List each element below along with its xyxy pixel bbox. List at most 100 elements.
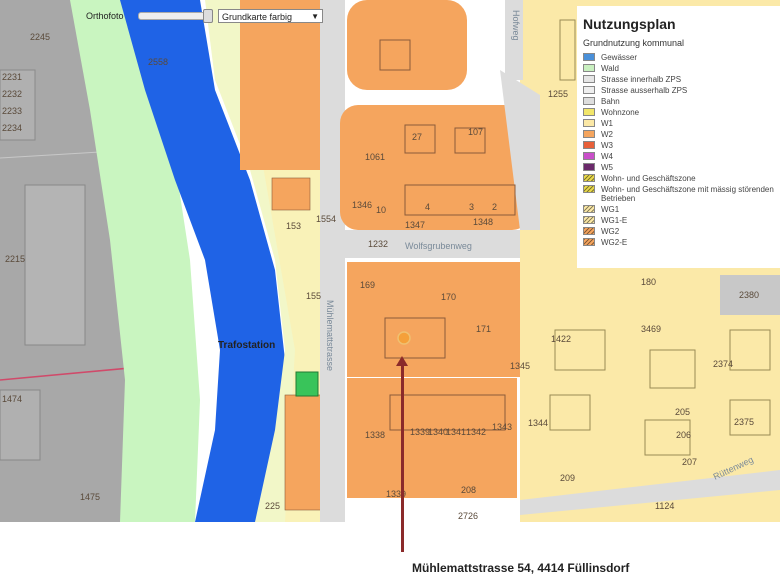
trafostation-label: Trafostation	[218, 340, 275, 351]
legend-item: WG2	[583, 227, 774, 236]
pointer-line	[401, 360, 404, 552]
legend-item-label: WG1-E	[601, 216, 628, 225]
legend-item: WG2-E	[583, 238, 774, 247]
parcel-number: 1124	[655, 501, 674, 511]
street-label: Hofweg	[511, 10, 521, 41]
parcel-number: 1474	[2, 394, 22, 404]
building	[24, 184, 86, 346]
legend-item-label: Gewässer	[601, 53, 638, 62]
legend-panel: Nutzungsplan Grundnutzung kommunal Gewäs…	[577, 6, 780, 268]
parcel-number: 2726	[458, 511, 478, 521]
parcel-number: 10	[376, 205, 386, 215]
legend-item-label: Bahn	[601, 97, 620, 106]
legend-swatch	[583, 185, 595, 193]
parcel-number: 153	[286, 221, 301, 231]
zoning-map[interactable]: 2245 2231 2232 2233 2234 2215 1474 1475 2558 1255…	[0, 0, 780, 522]
parcel-number: 171	[476, 324, 491, 334]
legend-swatch	[583, 205, 595, 213]
legend-item-label: Wohnzone	[601, 108, 640, 117]
building	[649, 349, 696, 389]
legend-item: W5	[583, 163, 774, 172]
legend-list: Gewässer Wald Strasse innerhalb ZPS Strasse…	[583, 53, 774, 247]
parcel-number: 155	[306, 291, 321, 301]
parcel-number: 225	[265, 501, 280, 511]
legend-swatch	[583, 97, 595, 105]
parcel-number: 1348	[473, 217, 493, 227]
parcel-number: 209	[560, 473, 575, 483]
opacity-slider[interactable]	[138, 9, 213, 23]
building	[384, 317, 446, 359]
parcel-number: 2232	[2, 89, 22, 99]
location-marker-icon[interactable]	[397, 331, 411, 345]
street-label: Wolfsgrubenweg	[405, 241, 472, 251]
map-toolbar: Orthofoto Grundkarte farbig ▼	[86, 8, 323, 24]
building	[549, 394, 591, 431]
parcel-number: 1554	[316, 214, 336, 224]
legend-item: Strasse innerhalb ZPS	[583, 75, 774, 84]
legend-item: W2	[583, 130, 774, 139]
legend-item: W4	[583, 152, 774, 161]
parcel-number: 2215	[5, 254, 25, 264]
legend-item-label: Strasse innerhalb ZPS	[601, 75, 682, 84]
basemap-value: Grundkarte farbig	[222, 12, 293, 22]
parcel-number: 1342	[466, 427, 486, 437]
legend-swatch	[583, 119, 595, 127]
legend-item-label: Wohn- und Geschäftszone	[601, 174, 696, 183]
parcel-number: 1061	[365, 152, 385, 162]
legend-item-label: Strasse ausserhalb ZPS	[601, 86, 688, 95]
parcel-number: 207	[682, 457, 697, 467]
parcel-number: 1475	[80, 492, 100, 502]
parcel-number: 1346	[352, 200, 372, 210]
legend-item: Strasse ausserhalb ZPS	[583, 86, 774, 95]
legend-swatch	[583, 130, 595, 138]
legend-item: Wohn- und Geschäftszone	[583, 174, 774, 183]
parcel-number: 27	[412, 132, 422, 142]
legend-swatch	[583, 141, 595, 149]
legend-swatch	[583, 163, 595, 171]
legend-item-label: W5	[601, 163, 613, 172]
legend-item-label: WG1	[601, 205, 620, 214]
parcel-number: 2375	[734, 417, 754, 427]
legend-item-label: W1	[601, 119, 613, 128]
parcel-number: 1341	[446, 427, 466, 437]
basemap-select[interactable]: Grundkarte farbig ▼	[218, 9, 323, 23]
legend-swatch	[583, 216, 595, 224]
parcel-number: 2	[492, 202, 497, 212]
building-row	[404, 184, 516, 216]
parcel-number: 3469	[641, 324, 661, 334]
legend-subtitle: Grundnutzung kommunal	[583, 38, 685, 48]
legend-swatch	[583, 86, 595, 94]
parcel-number: 206	[676, 430, 691, 440]
main-road	[320, 0, 345, 522]
legend-swatch	[583, 152, 595, 160]
parcel-number: 3	[469, 202, 474, 212]
parcel-number: 1345	[510, 361, 530, 371]
legend-item: Gewässer	[583, 53, 774, 62]
parcel-number: 1344	[528, 418, 548, 428]
legend-swatch	[583, 108, 595, 116]
legend-swatch	[583, 64, 595, 72]
street-label: Mühlemattstrasse	[325, 300, 335, 371]
parcel-number: 2233	[2, 106, 22, 116]
legend-item-label: W4	[601, 152, 613, 161]
legend-swatch	[583, 174, 595, 182]
legend-item: WG1	[583, 205, 774, 214]
legend-item: Wohnzone	[583, 108, 774, 117]
legend-item: W3	[583, 141, 774, 150]
legend-item-label: W3	[601, 141, 613, 150]
layer-label: Orthofoto	[86, 11, 124, 21]
parcel-number: 1232	[368, 239, 388, 249]
slider-knob[interactable]	[203, 9, 213, 23]
parcel-number: 1422	[551, 334, 571, 344]
building	[729, 329, 771, 371]
building	[271, 177, 311, 211]
legend-item-label: Wald	[601, 64, 619, 73]
parcel-number: 2380	[739, 290, 759, 300]
legend-swatch	[583, 238, 595, 246]
building	[559, 19, 576, 81]
legend-item: WG1-E	[583, 216, 774, 225]
parcel-number: 1255	[548, 89, 568, 99]
parcel-number: 205	[675, 407, 690, 417]
parcel-number: 170	[441, 292, 456, 302]
parcel-number: 2234	[2, 123, 22, 133]
